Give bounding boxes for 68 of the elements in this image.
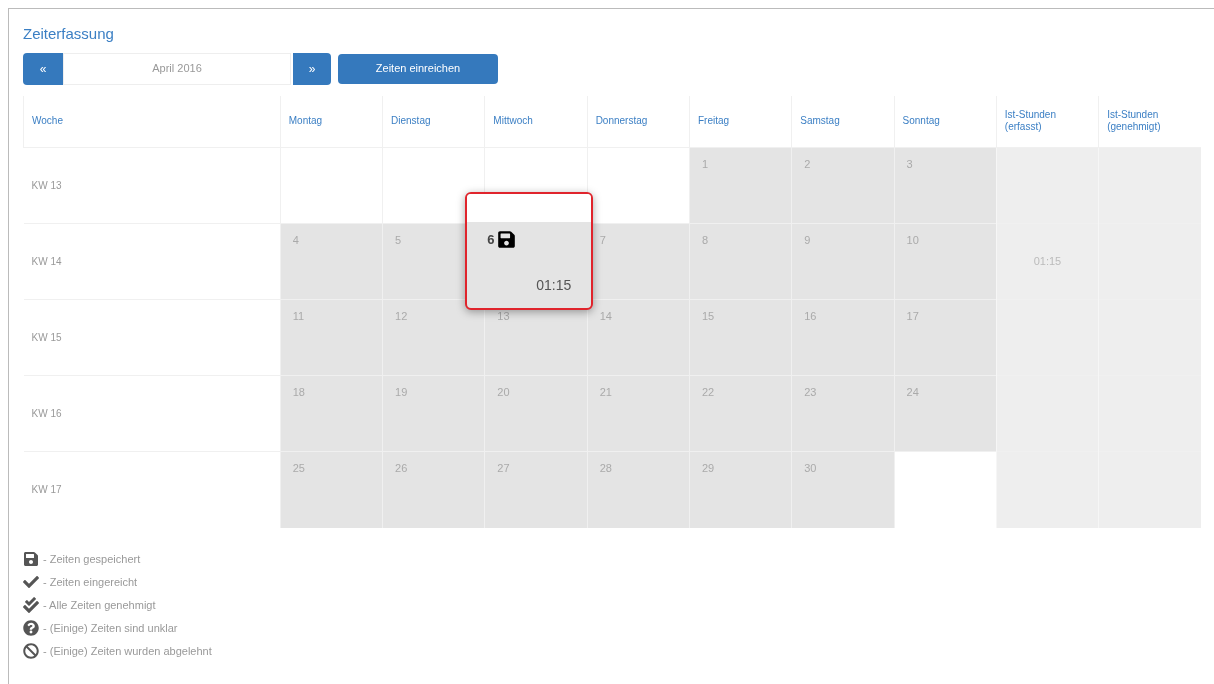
day-cell[interactable]: 30 — [791, 451, 895, 528]
day-cell[interactable]: 8 — [689, 223, 792, 300]
week-label: KW 16 — [23, 375, 281, 452]
column-header: Freitag — [689, 95, 792, 148]
next-month-button[interactable]: » — [293, 52, 331, 85]
week-label: KW 17 — [23, 451, 281, 528]
day-cell[interactable]: 23 — [791, 375, 895, 452]
day-number: 14 — [599, 309, 612, 324]
day-number: 6 — [487, 231, 495, 249]
page-title: Zeiterfassung — [23, 24, 115, 44]
day-cell[interactable]: 4 — [280, 223, 383, 300]
column-header: Sonntag — [894, 95, 997, 148]
legend-text: - Zeiten gespeichert — [43, 551, 141, 567]
ban-icon — [23, 643, 39, 659]
day-number: 4 — [292, 233, 299, 248]
day-cell[interactable]: 12 — [382, 299, 485, 376]
question-icon — [23, 620, 39, 636]
day-number: 17 — [906, 309, 919, 324]
day-number: 21 — [599, 385, 612, 400]
column-header: Dienstag — [382, 95, 485, 148]
day-number: 3 — [906, 157, 913, 172]
day-number: 12 — [395, 309, 408, 324]
day-number: 8 — [701, 233, 709, 248]
day-number: 25 — [292, 461, 305, 476]
column-header: Montag — [280, 95, 383, 148]
day-cell[interactable]: 14 — [587, 299, 690, 376]
day-number: 13 — [497, 309, 510, 324]
day-cell[interactable]: 26 — [382, 451, 485, 528]
column-header: Mittwoch — [484, 95, 588, 148]
legend-text: - Alle Zeiten genehmigt — [43, 597, 156, 613]
double-check-icon — [23, 597, 39, 613]
previous-month-button[interactable]: « — [23, 52, 63, 85]
check-icon — [23, 574, 39, 590]
day-number: 27 — [497, 461, 510, 476]
day-number: 28 — [599, 461, 612, 476]
day-cell[interactable]: 25 — [280, 451, 383, 528]
day-number: 20 — [497, 385, 510, 400]
column-header: Woche — [23, 95, 281, 148]
day-number: 23 — [804, 385, 817, 400]
day-cell[interactable]: 10 — [894, 223, 997, 300]
column-header: Donnerstag — [587, 95, 690, 148]
day-number: 2 — [804, 157, 811, 172]
day-cell[interactable]: 21 — [587, 375, 690, 452]
week-label: KW 14 — [23, 223, 281, 300]
day-cell[interactable]: 2 — [791, 147, 895, 224]
day-cell[interactable]: 17 — [894, 299, 997, 376]
day-number: 26 — [395, 461, 408, 476]
day-number: 10 — [906, 233, 919, 248]
legend-text: - (Einige) Zeiten wurden abgelehnt — [43, 643, 212, 659]
legend-text: - Zeiten eingereicht — [43, 574, 138, 590]
day-cell[interactable]: 20 — [484, 375, 588, 452]
month-field[interactable]: April 2016 — [63, 52, 291, 85]
day-cell[interactable]: 3 — [894, 147, 997, 224]
legend-text: - (Einige) Zeiten sind unklar — [43, 620, 178, 636]
column-header: Ist-Stunden (erfasst) — [996, 95, 1099, 148]
day-cell[interactable]: 24 — [894, 375, 997, 452]
submit-times-button[interactable]: Zeiten einreichen — [338, 53, 498, 84]
week-label: KW 13 — [23, 147, 281, 224]
day-cell[interactable]: 16 — [791, 299, 895, 376]
day-hours: 01:15 — [536, 276, 572, 295]
day-number: 24 — [906, 385, 919, 400]
day-cell[interactable]: 28 — [587, 451, 690, 528]
column-header: Ist-Stunden (genehmigt) — [1098, 95, 1201, 148]
day-number: 16 — [804, 309, 817, 324]
column-header: Samstag — [791, 95, 895, 148]
day-cell[interactable]: 27 — [484, 451, 588, 528]
week-label: KW 15 — [23, 299, 281, 376]
day-number: 30 — [804, 461, 817, 476]
